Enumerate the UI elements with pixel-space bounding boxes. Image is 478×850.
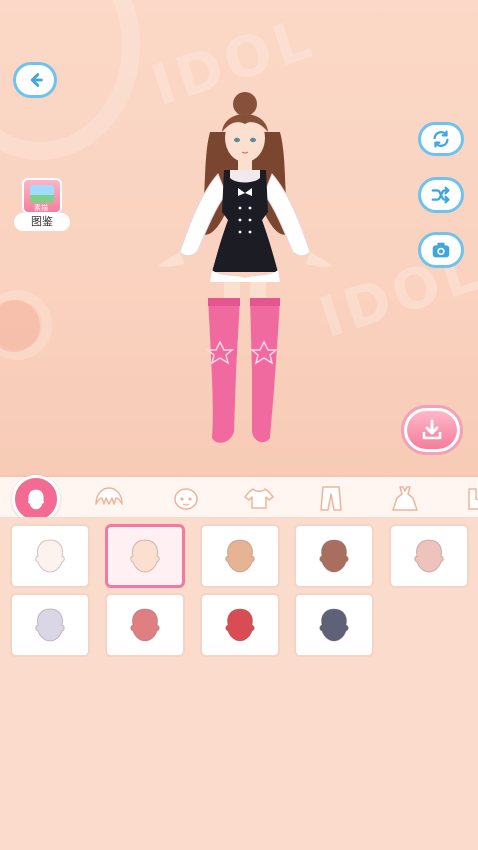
tab-face[interactable] (164, 481, 208, 515)
gallery-badge: 素描 (34, 204, 48, 212)
random-button[interactable] (418, 177, 464, 213)
character-figure[interactable] (150, 92, 340, 452)
download-tray-icon (422, 419, 442, 440)
gallery-label: 图鉴 (14, 213, 70, 231)
skin-tone-swatch[interactable] (10, 593, 90, 657)
tab-skin[interactable] (12, 475, 60, 523)
gallery-book-icon: 素描 (22, 178, 62, 214)
pants-icon (320, 486, 342, 511)
save-button[interactable] (401, 405, 463, 455)
head-shape-icon (414, 539, 444, 573)
shirt-icon (244, 488, 274, 509)
reset-button[interactable] (418, 122, 464, 156)
shuffle-icon (431, 186, 450, 204)
hair-icon (95, 487, 123, 505)
shoe-icon (468, 488, 478, 510)
back-arrow-icon (30, 73, 43, 87)
dress-icon (392, 486, 418, 511)
head-shape-icon (225, 539, 255, 573)
face-icon (174, 488, 198, 510)
head-shape-icon (225, 608, 255, 642)
back-button[interactable] (13, 62, 57, 98)
skin-tone-swatch[interactable] (10, 524, 90, 588)
head-shape-icon (319, 539, 349, 573)
tab-hair[interactable] (87, 481, 131, 515)
skin-tone-swatch[interactable] (294, 593, 374, 657)
tab-top[interactable] (237, 481, 281, 515)
skin-tone-swatch[interactable] (294, 524, 374, 588)
head-icon (26, 488, 46, 511)
skin-tone-swatch[interactable] (200, 524, 280, 588)
gallery-button[interactable]: 素描 图鉴 (14, 178, 70, 232)
head-shape-icon (35, 608, 65, 642)
head-shape-icon (130, 539, 160, 573)
tab-dress[interactable] (383, 481, 427, 515)
skin-tone-swatch[interactable] (200, 593, 280, 657)
skin-tone-panel (0, 517, 478, 850)
head-shape-icon (35, 539, 65, 573)
head-shape-icon (130, 608, 160, 642)
camera-icon (432, 242, 450, 258)
head-shape-icon (319, 608, 349, 642)
skin-tone-swatch[interactable] (389, 524, 469, 588)
skin-tone-swatch[interactable] (105, 593, 185, 657)
tab-shoes[interactable] (458, 481, 478, 515)
camera-button[interactable] (418, 232, 464, 268)
category-tab-bar (0, 475, 478, 523)
tab-pants[interactable] (309, 481, 353, 515)
dressup-stage: IDOL IDOL 素描 图鉴 (0, 0, 478, 475)
skin-tone-swatch[interactable] (105, 524, 185, 588)
refresh-icon (433, 130, 449, 148)
